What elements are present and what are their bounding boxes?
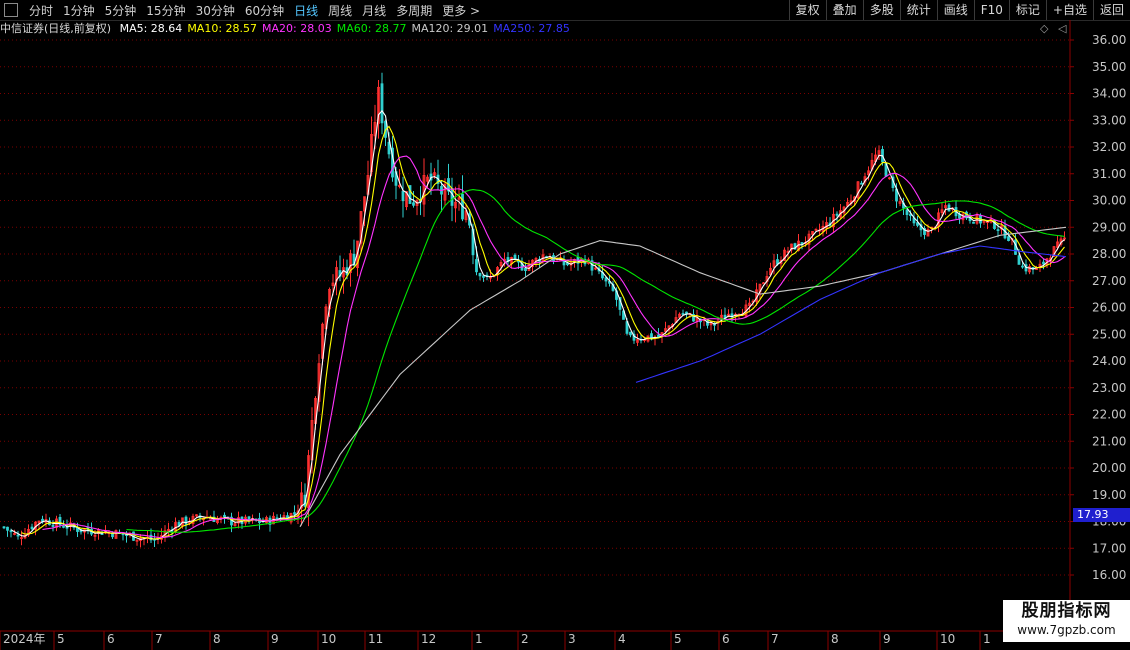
candle-body [380, 83, 384, 124]
candle-body [62, 525, 65, 528]
candle-body [762, 282, 765, 285]
candle-body [401, 190, 405, 202]
candle-body [2, 526, 6, 529]
y-tick-label: 23.00 [1092, 381, 1126, 395]
y-tick-label: 24.00 [1092, 354, 1126, 368]
candle-body [947, 204, 951, 212]
y-tick-label: 16.00 [1092, 568, 1126, 582]
candle-body [1017, 255, 1021, 265]
candle-body [412, 202, 415, 206]
candle-body [629, 331, 632, 336]
y-tick-label: 29.00 [1092, 220, 1126, 234]
x-tick-label: 1 [475, 632, 483, 646]
x-tick-label: 12 [421, 632, 436, 646]
candle-body [972, 221, 975, 224]
candle-body [524, 267, 527, 272]
candle-body [293, 512, 296, 515]
candle-body [450, 188, 454, 206]
ma60-line [126, 189, 1065, 533]
x-tick-label: 10 [321, 632, 336, 646]
candle-body [1042, 261, 1045, 265]
candle-body [681, 313, 685, 315]
candle-body [835, 213, 839, 216]
watermark: 股朋指标网 www.7gpzb.com [1003, 600, 1130, 642]
candle-body [30, 526, 34, 530]
current-price-tag: 17.93 [1073, 508, 1130, 522]
x-tick-label: 2 [521, 632, 529, 646]
x-tick-label: 4 [618, 632, 626, 646]
y-tick-label: 34.00 [1092, 87, 1126, 101]
ma250-line [635, 245, 1067, 383]
x-tick-label: 11 [368, 632, 383, 646]
x-tick-label: 7 [155, 632, 163, 646]
x-tick-label: 9 [271, 632, 279, 646]
candle-body [16, 534, 20, 537]
y-tick-label: 36.00 [1092, 33, 1126, 47]
x-tick-label: 7 [771, 632, 779, 646]
candle-body [905, 209, 909, 215]
x-tick-label: 9 [883, 632, 891, 646]
y-tick-label: 25.00 [1092, 327, 1126, 341]
x-tick-label: 3 [568, 632, 576, 646]
candle-body [275, 517, 279, 520]
x-tick-label: 8 [213, 632, 221, 646]
y-tick-label: 30.00 [1092, 194, 1126, 208]
ma5-line [10, 109, 1065, 541]
kline-chart[interactable]: 36.00 35.00 34.00 33.00 32.00 31.00 30.00 29.00… [0, 0, 1130, 650]
candle-body [478, 272, 482, 277]
x-tick-label: 1 [983, 632, 991, 646]
candle-body [6, 526, 9, 531]
candle-body [223, 514, 226, 518]
watermark-url: www.7gpzb.com [1017, 623, 1116, 637]
y-tick-label: 32.00 [1092, 140, 1126, 154]
x-tick-label: 10 [940, 632, 955, 646]
y-tick-label: 35.00 [1092, 60, 1126, 74]
candle-body [475, 259, 478, 273]
y-tick-label: 26.00 [1092, 301, 1126, 315]
candle-body [51, 524, 55, 527]
x-tick-label: 2024年 [3, 632, 46, 646]
ma10-line [21, 125, 1065, 540]
candle-body [1021, 265, 1024, 268]
candle-body [1007, 236, 1010, 241]
y-tick-label: 17.00 [1092, 541, 1126, 555]
candle-body [482, 275, 485, 278]
x-tick-label: 5 [674, 632, 682, 646]
y-tick-label: 22.00 [1092, 408, 1126, 422]
y-tick-label: 21.00 [1092, 434, 1126, 448]
y-tick-label: 28.00 [1092, 247, 1126, 261]
x-tick-label: 6 [107, 632, 115, 646]
watermark-title: 股朋指标网 [1021, 601, 1112, 621]
x-tick-label: 6 [722, 632, 730, 646]
candle-body [9, 530, 13, 533]
candle-body [860, 182, 863, 185]
y-tick-label: 19.00 [1092, 488, 1126, 502]
x-tick-label: 8 [831, 632, 839, 646]
y-tick-label: 27.00 [1092, 274, 1126, 288]
x-tick-label: 5 [57, 632, 65, 646]
candle-body [996, 229, 1000, 232]
candle-body [513, 254, 517, 260]
y-tick-label: 31.00 [1092, 167, 1126, 181]
y-tick-label: 33.00 [1092, 113, 1126, 127]
y-tick-label: 20.00 [1092, 461, 1126, 475]
